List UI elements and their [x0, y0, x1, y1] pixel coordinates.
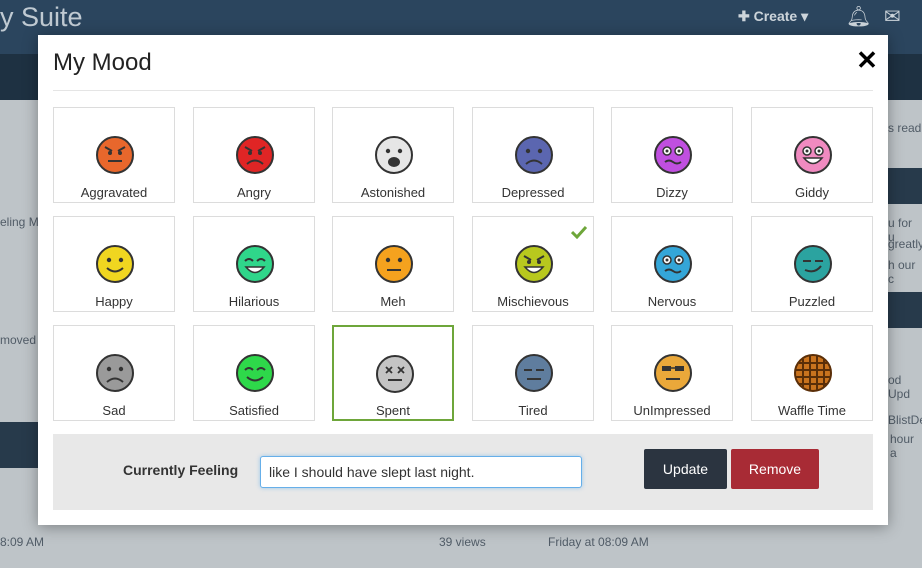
update-button[interactable]: Update — [644, 449, 727, 489]
checkmark-icon — [571, 225, 587, 239]
meh-face-icon — [375, 245, 413, 283]
mood-tile-giddy[interactable]: Giddy — [751, 107, 873, 203]
mood-tile-satisfied[interactable]: Satisfied — [193, 325, 315, 421]
modal-title: My Mood — [53, 49, 152, 76]
astonished-face-icon — [375, 136, 413, 174]
remove-button[interactable]: Remove — [731, 449, 819, 489]
mood-label: Tired — [518, 403, 548, 418]
mood-label: Astonished — [360, 185, 426, 200]
mood-label: Happy — [95, 294, 133, 309]
mood-tile-hilarious[interactable]: Hilarious — [193, 216, 315, 312]
currently-feeling-bar: Currently Feeling Update Remove — [53, 434, 873, 510]
mood-tile-meh[interactable]: Meh — [332, 216, 454, 312]
mood-tile-angry[interactable]: Angry — [193, 107, 315, 203]
depressed-face-icon — [515, 136, 553, 174]
satisfied-face-icon — [236, 354, 274, 392]
mood-tile-waffle[interactable]: Waffle Time — [751, 325, 873, 421]
mood-tile-depressed[interactable]: Depressed — [472, 107, 594, 203]
mood-tile-astonished[interactable]: Astonished — [332, 107, 454, 203]
mood-tile-mischievous[interactable]: Mischievous — [472, 216, 594, 312]
mood-tile-nervous[interactable]: Nervous — [611, 216, 733, 312]
mood-label: Sad — [102, 403, 126, 418]
mood-tile-spent[interactable]: Spent — [332, 325, 454, 421]
mischievous-face-icon — [515, 245, 553, 283]
tired-face-icon — [515, 354, 553, 392]
mood-label: Giddy — [795, 185, 829, 200]
mood-label: Puzzled — [788, 294, 836, 309]
close-icon[interactable]: ✕ — [856, 47, 878, 73]
mood-label: Hilarious — [228, 294, 280, 309]
mood-tile-dizzy[interactable]: Dizzy — [611, 107, 733, 203]
mood-tile-unimpressed[interactable]: UnImpressed — [611, 325, 733, 421]
aggravated-face-icon — [96, 136, 134, 174]
mood-tile-sad[interactable]: Sad — [53, 325, 175, 421]
mood-label: Satisfied — [229, 403, 279, 418]
sad-face-icon — [96, 354, 134, 392]
mood-label: Depressed — [501, 185, 565, 200]
puzzled-face-icon — [794, 245, 832, 283]
mood-tile-aggravated[interactable]: Aggravated — [53, 107, 175, 203]
mood-tile-puzzled[interactable]: Puzzled — [751, 216, 873, 312]
mood-label: Aggravated — [80, 185, 148, 200]
giddy-face-icon — [794, 136, 832, 174]
mood-label: UnImpressed — [633, 403, 711, 418]
mood-label: Meh — [380, 294, 406, 309]
currently-feeling-label: Currently Feeling — [123, 462, 239, 478]
happy-face-icon — [96, 245, 134, 283]
currently-feeling-input[interactable] — [260, 456, 582, 488]
mood-label: Nervous — [647, 294, 697, 309]
dizzy-face-icon — [654, 136, 692, 174]
mood-label: Waffle Time — [778, 403, 846, 418]
mood-tile-tired[interactable]: Tired — [472, 325, 594, 421]
mood-label: Angry — [237, 185, 271, 200]
mood-label: Spent — [376, 403, 410, 418]
title-divider — [53, 90, 873, 91]
spent-face-icon — [376, 355, 414, 393]
nervous-face-icon — [654, 245, 692, 283]
unimpressed-face-icon — [654, 354, 692, 392]
angry-face-icon — [236, 136, 274, 174]
mood-label: Mischievous — [497, 294, 569, 309]
mood-label: Dizzy — [656, 185, 688, 200]
my-mood-modal: My Mood ✕ Aggravated Angry Astonished Depre… — [38, 35, 888, 525]
mood-tile-happy[interactable]: Happy — [53, 216, 175, 312]
hilarious-face-icon — [236, 245, 274, 283]
waffle-face-icon — [794, 354, 832, 392]
mood-grid: Aggravated Angry Astonished Depressed Dizzy G… — [53, 107, 873, 421]
